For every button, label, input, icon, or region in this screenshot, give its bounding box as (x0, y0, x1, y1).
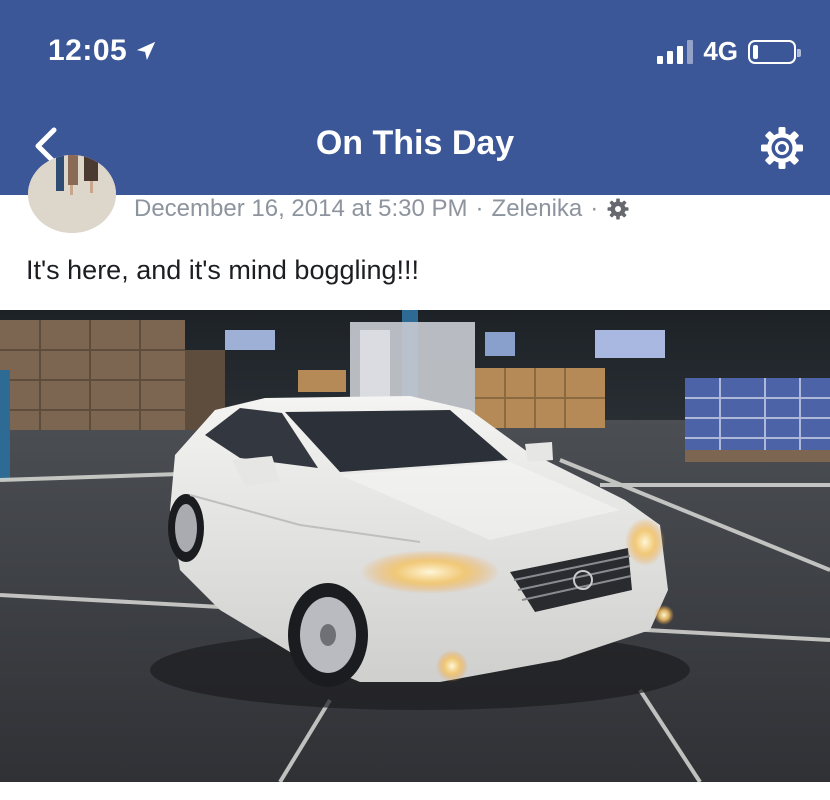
post-header: December 16, 2014 at 5:30 PM · Zelenika … (0, 155, 830, 310)
gear-icon (761, 127, 803, 169)
network-type: 4G (703, 36, 738, 66)
privacy-gear-icon[interactable] (606, 197, 630, 221)
meta-separator: · (475, 195, 484, 222)
battery-icon (748, 39, 801, 64)
meta-separator: · (590, 195, 599, 222)
status-bar-right: 4G (657, 36, 801, 67)
avatar[interactable] (28, 155, 116, 233)
time-text: 12:05 (48, 34, 128, 67)
location-arrow-icon (137, 41, 156, 61)
battery-level (753, 44, 758, 59)
top-bar: 12:05 4G On This Day (0, 0, 830, 195)
post-location[interactable]: Zelenika (492, 195, 583, 223)
post-date[interactable]: December 16, 2014 at 5:30 PM (134, 195, 468, 223)
settings-button[interactable] (758, 124, 806, 172)
post-photo[interactable] (0, 310, 830, 782)
post-meta-line: December 16, 2014 at 5:30 PM · Zelenika … (134, 195, 630, 223)
warehouse-car-photo (0, 310, 830, 782)
signal-strength-icon (657, 39, 694, 64)
bottom-spacer (0, 782, 830, 800)
page-title: On This Day (315, 124, 515, 162)
status-bar-time: 12:05 (48, 34, 157, 68)
post-text: It's here, and it's mind boggling!!! (26, 255, 420, 285)
